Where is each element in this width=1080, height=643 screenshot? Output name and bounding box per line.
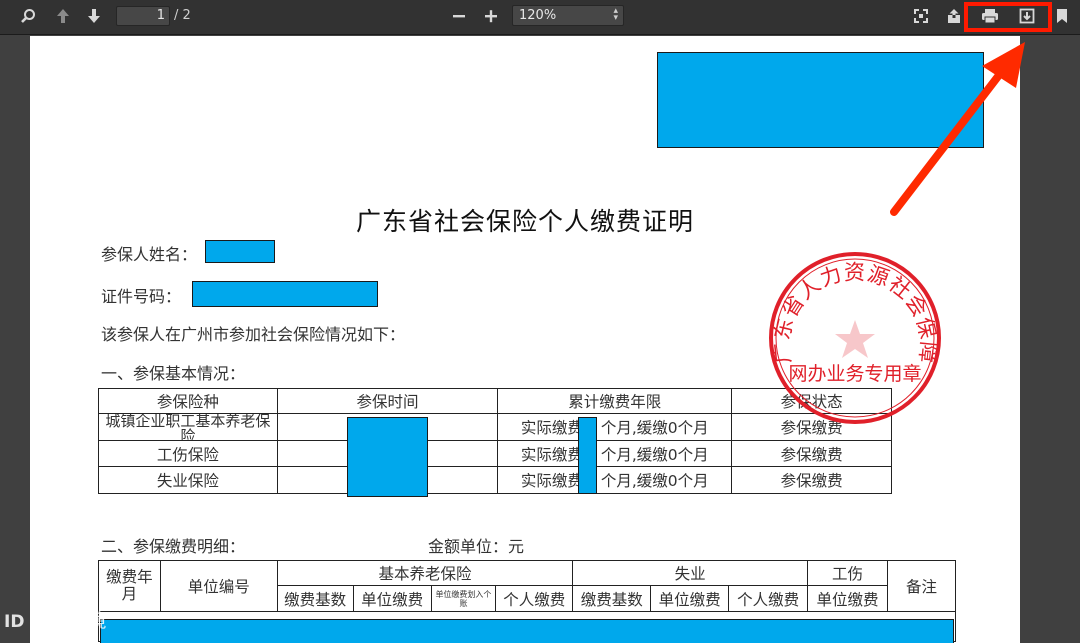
bookmark-icon[interactable] bbox=[1056, 8, 1068, 24]
pdf-page: 广东省社会保险个人缴费证明 参保人姓名： 证件号码： 该参保人在广州市参加社会保… bbox=[30, 36, 1020, 643]
header-remark: 备注 bbox=[887, 560, 956, 612]
intro-text: 该参保人在广州市参加社会保险情况如下： bbox=[101, 325, 406, 344]
cell-status: 参保缴费 bbox=[731, 440, 892, 467]
actual-pay-label: 实际缴费 bbox=[520, 419, 583, 437]
annotation-arrow bbox=[890, 42, 1025, 216]
actual-pay-label: 实际缴费 bbox=[520, 445, 583, 464]
header-unemployment-group: 失业 bbox=[572, 560, 809, 586]
search-icon[interactable] bbox=[20, 8, 36, 24]
header-unit-number: 单位编号 bbox=[159, 560, 278, 612]
zoom-value: 120% bbox=[519, 8, 557, 23]
previous-page-icon[interactable] bbox=[55, 8, 71, 24]
months-text: 个月,缓缴0个月 bbox=[600, 419, 709, 437]
zoom-in-icon[interactable] bbox=[484, 8, 498, 24]
cell-total-years: 实际缴费 个月,缓缴0个月 bbox=[497, 466, 733, 494]
sub-personal-unemployment: 个人缴费 bbox=[728, 585, 809, 612]
header-injury-group: 工伤 bbox=[807, 560, 889, 586]
header-month: 缴费年月 bbox=[98, 560, 161, 612]
table-header-row: 缴费年月 单位编号 基本养老保险 失业 工伤 备注 bbox=[98, 560, 956, 612]
zoom-select[interactable]: 120% ▴ ▾ bbox=[512, 5, 624, 26]
next-page-icon[interactable] bbox=[86, 8, 102, 24]
zoom-out-icon[interactable] bbox=[452, 8, 466, 24]
name-label: 参保人姓名： bbox=[101, 245, 198, 264]
watermark-text: 大数跨境 bbox=[30, 610, 107, 632]
cell-status: 参保缴费 bbox=[731, 466, 892, 494]
cell-insurance-type: 失业保险 bbox=[98, 466, 278, 494]
seal-star-icon bbox=[835, 320, 875, 358]
svg-text:广东省人力资源社会保障: 广东省人力资源社会保障 bbox=[769, 260, 940, 364]
section-payment-detail-heading: 二、参保缴费明细： bbox=[101, 537, 246, 556]
official-seal: 广东省人力资源社会保障 网办业务专用章 bbox=[769, 252, 941, 424]
seal-bottom-text: 网办业务专用章 bbox=[788, 363, 921, 385]
months-text: 个月,缓缴0个月 bbox=[600, 472, 709, 490]
header-insurance-type: 参保险种 bbox=[98, 388, 278, 414]
redacted-payment-rows bbox=[100, 619, 954, 643]
document-title: 广东省社会保险个人缴费证明 bbox=[355, 207, 694, 236]
cell-total-years: 实际缴费 个月,缓缴0个月 bbox=[497, 440, 733, 467]
amount-unit-label: 金额单位：元 bbox=[428, 537, 525, 556]
cell-total-years: 实际缴费 个月,缓缴0个月 bbox=[497, 413, 733, 441]
id-number-label: 证件号码： bbox=[101, 287, 182, 306]
watermark-logo: ID 大数跨境 bbox=[4, 606, 107, 633]
sub-base: 缴费基数 bbox=[276, 585, 354, 612]
header-pension-group: 基本养老保险 bbox=[276, 560, 574, 586]
insurance-name: 城镇企业职工基本养老保险 bbox=[105, 414, 271, 440]
redacted-name bbox=[205, 240, 275, 263]
sub-unit-pay-unemployment: 单位缴费 bbox=[650, 585, 730, 612]
open-file-icon[interactable] bbox=[946, 8, 962, 24]
section-basic-info-heading: 一、参保基本情况： bbox=[101, 364, 246, 383]
watermark-logo-icon: ID bbox=[4, 612, 25, 632]
pdf-toolbar: 1 / 2 120% ▴ ▾ bbox=[0, 0, 1080, 35]
redacted-months bbox=[578, 417, 597, 494]
sub-unit-transfer: 单位缴费划入个账 bbox=[430, 585, 497, 612]
redacted-enroll-time bbox=[347, 417, 428, 497]
sub-unit-pay-injury: 单位缴费 bbox=[807, 585, 889, 612]
seal-org-text: 广东省人力资源社会保障 bbox=[769, 260, 939, 364]
header-total-years: 累计缴费年限 bbox=[497, 388, 733, 414]
cell-insurance-type: 城镇企业职工基本养老保险 bbox=[98, 413, 278, 441]
select-arrows-icon: ▴ ▾ bbox=[613, 6, 618, 23]
page-total-label: / 2 bbox=[174, 8, 191, 23]
presentation-mode-icon[interactable] bbox=[913, 8, 929, 24]
months-text: 个月,缓缴0个月 bbox=[600, 445, 709, 464]
table-row: 失业保险 实际缴费 个月,缓缴0个月 参保缴费 bbox=[98, 466, 892, 494]
page-number-input[interactable]: 1 bbox=[116, 6, 170, 26]
redacted-id-number bbox=[192, 281, 378, 307]
cell-insurance-type: 工伤保险 bbox=[98, 440, 278, 467]
header-enroll-time: 参保时间 bbox=[276, 388, 499, 414]
sub-personal: 个人缴费 bbox=[495, 585, 574, 612]
sub-unit-pay: 单位缴费 bbox=[352, 585, 432, 612]
table-row: 工伤保险 实际缴费 个月,缓缴0个月 参保缴费 bbox=[98, 440, 892, 467]
sub-base-unemployment: 缴费基数 bbox=[572, 585, 652, 612]
print-download-highlight-box bbox=[964, 2, 1052, 32]
actual-pay-label: 实际缴费 bbox=[520, 472, 583, 490]
